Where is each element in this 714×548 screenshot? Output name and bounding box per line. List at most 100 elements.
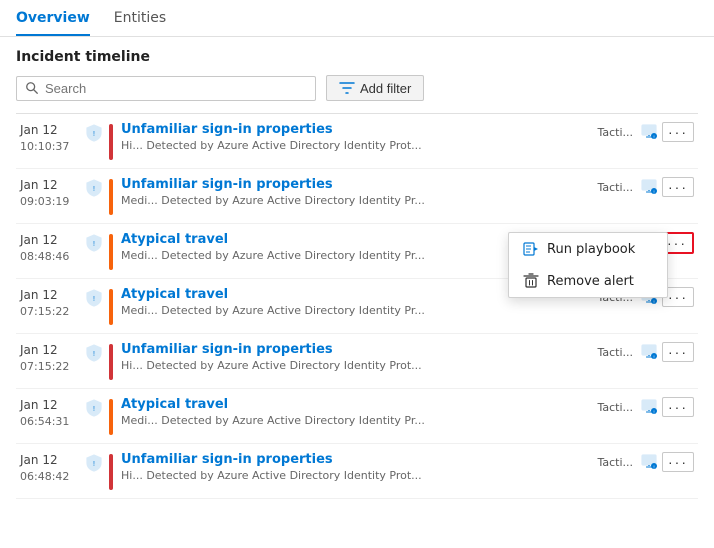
- more-options-button[interactable]: ···: [662, 452, 694, 472]
- item-time: Jan 12 06:48:42: [20, 452, 85, 484]
- run-playbook-label: Run playbook: [547, 242, 635, 257]
- item-title: Atypical travel: [121, 397, 590, 412]
- filter-icon: [339, 80, 355, 96]
- timeline-item: Jan 12 10:10:37 ! Unfamiliar sign-in pro…: [16, 114, 698, 169]
- severity-bar: [109, 234, 113, 270]
- more-options-button[interactable]: ···: [662, 342, 694, 362]
- shield-icon: !: [85, 344, 103, 362]
- add-filter-label: Add filter: [360, 81, 411, 96]
- tactic-badge: Tacti...: [594, 180, 636, 195]
- item-clock: 07:15:22: [20, 304, 85, 319]
- item-actions: Tacti... ! ···: [594, 177, 694, 197]
- monitor-icon: !: [640, 343, 658, 361]
- svg-text:!: !: [93, 461, 95, 468]
- more-options-button[interactable]: ···: [662, 397, 694, 417]
- timeline-item: Jan 12 06:54:31 ! Atypical travel Medi..…: [16, 389, 698, 444]
- item-date: Jan 12: [20, 122, 85, 139]
- item-details: Unfamiliar sign-in properties Hi... Dete…: [121, 122, 590, 152]
- item-date: Jan 12: [20, 232, 85, 249]
- svg-text:!: !: [653, 135, 654, 140]
- severity-bar: [109, 344, 113, 380]
- tab-entities[interactable]: Entities: [114, 0, 166, 36]
- item-actions: Tacti... ! ···: [594, 122, 694, 142]
- item-actions: Tacti... ! ···: [594, 342, 694, 362]
- severity-bar: [109, 454, 113, 490]
- item-date: Jan 12: [20, 342, 85, 359]
- item-title: Unfamiliar sign-in properties: [121, 452, 590, 467]
- item-subtitle: Medi... Detected by Azure Active Directo…: [121, 414, 590, 427]
- more-options-button[interactable]: ···: [662, 122, 694, 142]
- shield-icon: !: [85, 289, 103, 307]
- timeline-list: Jan 12 10:10:37 ! Unfamiliar sign-in pro…: [16, 113, 698, 499]
- monitor-icon: !: [640, 123, 658, 141]
- item-clock: 08:48:46: [20, 249, 85, 264]
- item-clock: 09:03:19: [20, 194, 85, 209]
- monitor-icon: !: [640, 453, 658, 471]
- severity-bar: [109, 289, 113, 325]
- delete-icon: [523, 273, 539, 289]
- item-actions: Tacti... ! ···: [594, 452, 694, 472]
- playbook-icon: [523, 241, 539, 257]
- item-actions: Tacti... ! ···: [594, 397, 694, 417]
- run-playbook-menu-item[interactable]: Run playbook: [509, 233, 667, 265]
- context-menu: Run playbook Remove alert: [508, 232, 668, 298]
- timeline-item: Jan 12 06:48:42 ! Unfamiliar sign-in pro…: [16, 444, 698, 499]
- monitor-icon: !: [640, 178, 658, 196]
- tactic-badge: Tacti...: [594, 400, 636, 415]
- add-filter-button[interactable]: Add filter: [326, 75, 424, 101]
- severity-bar: [109, 124, 113, 160]
- svg-text:!: !: [93, 186, 95, 193]
- svg-text:!: !: [93, 131, 95, 138]
- timeline-item: Jan 12 08:48:46 ! Atypical travel Medi..…: [16, 224, 698, 279]
- section-title: Incident timeline: [16, 49, 698, 65]
- svg-text:!: !: [93, 241, 95, 248]
- item-time: Jan 12 07:15:22: [20, 342, 85, 374]
- item-details: Unfamiliar sign-in properties Medi... De…: [121, 177, 590, 207]
- remove-alert-label: Remove alert: [547, 274, 634, 289]
- shield-icon: !: [85, 454, 103, 472]
- main-content: Incident timeline Add filter Jan 12 10:1…: [0, 37, 714, 499]
- item-time: Jan 12 09:03:19: [20, 177, 85, 209]
- shield-icon: !: [85, 124, 103, 142]
- tactic-badge: Tacti...: [594, 125, 636, 140]
- more-options-button[interactable]: ···: [662, 177, 694, 197]
- shield-icon: !: [85, 399, 103, 417]
- tab-overview[interactable]: Overview: [16, 0, 90, 36]
- search-box[interactable]: [16, 76, 316, 101]
- shield-icon: !: [85, 179, 103, 197]
- svg-text:!: !: [93, 351, 95, 358]
- tactic-badge: Tacti...: [594, 345, 636, 360]
- severity-bar: [109, 179, 113, 215]
- svg-text:!: !: [653, 300, 654, 305]
- svg-text:!: !: [93, 406, 95, 413]
- search-icon: [25, 81, 39, 95]
- item-subtitle: Medi... Detected by Azure Active Directo…: [121, 304, 590, 317]
- item-clock: 06:54:31: [20, 414, 85, 429]
- svg-text:!: !: [653, 190, 654, 195]
- shield-icon: !: [85, 234, 103, 252]
- item-time: Jan 12 08:48:46: [20, 232, 85, 264]
- item-date: Jan 12: [20, 397, 85, 414]
- item-details: Unfamiliar sign-in properties Hi... Dete…: [121, 452, 590, 482]
- item-time: Jan 12 10:10:37: [20, 122, 85, 154]
- timeline-item: Jan 12 09:03:19 ! Unfamiliar sign-in pro…: [16, 169, 698, 224]
- item-date: Jan 12: [20, 177, 85, 194]
- severity-bar: [109, 399, 113, 435]
- item-subtitle: Hi... Detected by Azure Active Directory…: [121, 139, 590, 152]
- tab-bar: Overview Entities: [0, 0, 714, 37]
- item-details: Atypical travel Medi... Detected by Azur…: [121, 397, 590, 427]
- remove-alert-menu-item[interactable]: Remove alert: [509, 265, 667, 297]
- item-clock: 06:48:42: [20, 469, 85, 484]
- item-title: Unfamiliar sign-in properties: [121, 177, 590, 192]
- svg-text:!: !: [653, 410, 654, 415]
- toolbar: Add filter: [16, 75, 698, 101]
- item-subtitle: Hi... Detected by Azure Active Directory…: [121, 469, 590, 482]
- item-clock: 07:15:22: [20, 359, 85, 374]
- search-input[interactable]: [45, 81, 307, 96]
- item-subtitle: Hi... Detected by Azure Active Directory…: [121, 359, 590, 372]
- item-title: Unfamiliar sign-in properties: [121, 122, 590, 137]
- svg-text:!: !: [653, 355, 654, 360]
- item-date: Jan 12: [20, 452, 85, 469]
- item-time: Jan 12 07:15:22: [20, 287, 85, 319]
- timeline-item: Jan 12 07:15:22 ! Unfamiliar sign-in pro…: [16, 334, 698, 389]
